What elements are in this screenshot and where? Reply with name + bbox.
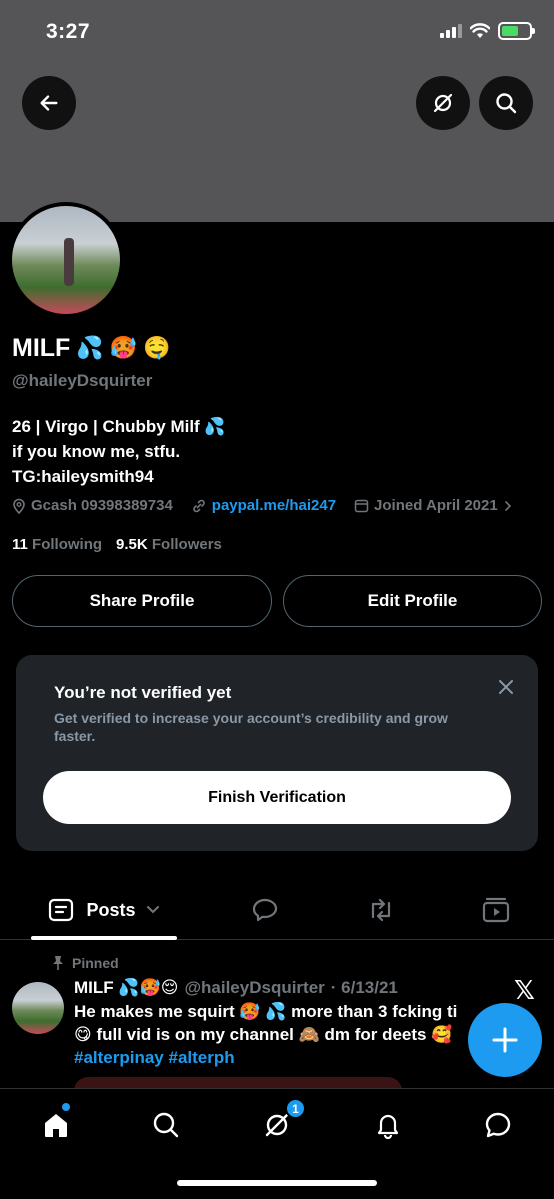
followers-label: Followers — [151, 536, 222, 553]
posts-icon — [49, 898, 74, 922]
pin-icon — [53, 956, 63, 970]
following-stat[interactable]: 11 Following — [12, 536, 102, 553]
status-time: 3:27 — [46, 20, 91, 43]
location-text: Gcash 09398389734 — [31, 497, 173, 514]
following-count: 11 — [12, 536, 28, 553]
reply-icon — [252, 898, 278, 922]
followers-stat[interactable]: 9.5K Followers — [116, 536, 222, 553]
status-bar: 3:27 — [0, 0, 554, 66]
post-date: · 6/13/21 — [330, 978, 398, 997]
share-profile-button[interactable]: Share Profile — [12, 575, 272, 627]
repost-icon — [371, 898, 391, 922]
tab-media[interactable] — [470, 880, 522, 940]
bio-line-1: 26 | Virgo | Chubby Milf 💦 — [12, 417, 226, 436]
search-icon — [153, 1112, 179, 1138]
calendar-icon — [354, 499, 369, 513]
profile-bio: 26 | Virgo | Chubby Milf 💦 if you know m… — [12, 414, 226, 489]
verification-card: You’re not verified yet Get verified to … — [16, 655, 538, 851]
profile-meta: Gcash 09398389734 paypal.me/hai247 Joine… — [12, 497, 513, 514]
chevron-right-icon — [504, 500, 511, 511]
search-icon — [496, 93, 517, 114]
website-item[interactable]: paypal.me/hai247 — [191, 497, 336, 514]
location-pin-icon — [13, 498, 25, 514]
tab-posts[interactable]: Posts — [31, 880, 177, 940]
follow-stats: 11 Following 9.5K Followers — [12, 536, 222, 553]
edit-profile-button[interactable]: Edit Profile — [283, 575, 542, 627]
nav-messages[interactable] — [478, 1105, 518, 1145]
home-icon — [45, 1114, 67, 1137]
name-emoji-3: 🤤 — [143, 336, 171, 361]
bell-icon — [377, 1114, 399, 1139]
media-icon — [482, 897, 510, 923]
name-emoji-1: 💦 — [76, 336, 104, 361]
post-avatar[interactable] — [12, 982, 64, 1034]
search-button[interactable] — [479, 76, 533, 130]
home-indicator — [177, 1180, 377, 1186]
joined-text: Joined April 2021 — [374, 497, 498, 514]
active-tab-indicator — [31, 936, 177, 940]
bio-line-2: if you know me, stfu. — [12, 442, 181, 461]
close-icon[interactable] — [496, 677, 516, 697]
verification-text: Get verified to increase your account’s … — [54, 710, 448, 744]
back-button[interactable] — [22, 76, 76, 130]
profile-handle: @haileyDsquirter — [12, 371, 153, 390]
nav-home[interactable] — [36, 1105, 76, 1145]
home-notification-dot — [62, 1103, 70, 1111]
display-name-row: MILF 💦 🥵 🤤 — [12, 334, 171, 363]
pinned-label-row: Pinned — [52, 955, 119, 971]
compose-button[interactable] — [468, 1003, 542, 1077]
joined-item[interactable]: Joined April 2021 — [354, 497, 513, 514]
nav-search[interactable] — [146, 1105, 186, 1145]
tab-posts-label: Posts — [86, 899, 136, 920]
tab-replies[interactable] — [240, 880, 290, 940]
website-link[interactable]: paypal.me/hai247 — [212, 497, 336, 514]
post-author-handle[interactable]: @haileyDsquirter — [184, 978, 324, 998]
chevron-down-icon — [146, 906, 159, 914]
nav-notifications[interactable] — [368, 1105, 408, 1145]
link-icon — [193, 499, 205, 512]
finish-verification-button[interactable]: Finish Verification — [43, 771, 511, 824]
bio-line-3: TG:haileysmith94 — [12, 467, 154, 486]
battery-icon — [498, 22, 535, 40]
following-label: Following — [32, 536, 103, 553]
post-header: MILF 💦🥵😌 @haileyDsquirter · 6/13/21 — [74, 978, 398, 998]
post-author-name[interactable]: MILF 💦🥵😌 — [74, 978, 178, 998]
signal-icon — [440, 24, 462, 38]
wifi-icon — [470, 23, 490, 38]
avatar-photo — [12, 206, 120, 314]
display-name: MILF — [12, 334, 71, 362]
profile-tabs: Posts — [0, 880, 554, 940]
grok-button[interactable] — [416, 76, 470, 130]
status-icons — [440, 22, 535, 40]
tab-reposts[interactable] — [356, 880, 406, 940]
location-item: Gcash 09398389734 — [12, 497, 173, 514]
grok-badge: 1 — [285, 1098, 306, 1119]
arrow-left-icon — [40, 95, 58, 111]
verification-title: You’re not verified yet — [54, 683, 232, 702]
x-logo-icon: 𝕏 — [514, 975, 535, 1005]
name-emoji-2: 🥵 — [109, 336, 138, 361]
chat-bubble-icon — [485, 1112, 511, 1138]
pinned-label: Pinned — [72, 955, 119, 971]
profile-avatar[interactable] — [8, 202, 124, 318]
followers-count: 9.5K — [116, 536, 148, 553]
plus-icon — [492, 1027, 518, 1053]
grok-icon — [433, 93, 453, 113]
